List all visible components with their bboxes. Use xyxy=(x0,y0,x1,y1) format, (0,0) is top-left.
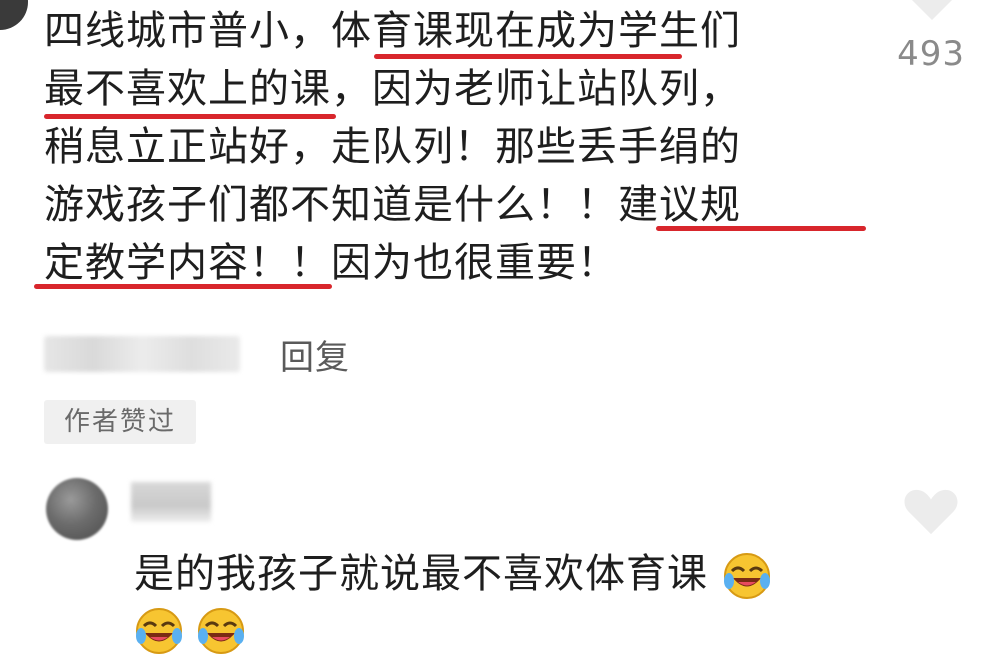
replier-avatar[interactable] xyxy=(46,478,108,540)
reply-button[interactable]: 回复 xyxy=(280,330,350,379)
comment-line-3: 稍息立正站好，走队列！那些丢手绢的 xyxy=(44,124,741,170)
blurred-timestamp xyxy=(44,336,240,372)
comment-line-4: 游戏孩子们都不知道是什么！！建议规 xyxy=(44,176,884,234)
laughing-crying-emoji-icon xyxy=(136,608,182,654)
laughing-crying-emoji-icon xyxy=(198,608,244,654)
comment-line-2: 最不喜欢上的课，因为老师让站队列， xyxy=(44,60,884,119)
highlight-underline xyxy=(374,54,682,59)
heart-icon[interactable] xyxy=(902,0,962,22)
comment-line-5: 定教学内容！！因为也很重要！ xyxy=(34,234,884,292)
laughing-crying-emoji-icon xyxy=(723,553,770,599)
like-count: 493 xyxy=(897,34,965,74)
comment-line-1: 四线城市普小，体育课现在成为学生们 xyxy=(44,2,884,60)
highlight-underline xyxy=(656,226,866,231)
heart-icon[interactable] xyxy=(902,488,960,536)
author-liked-badge: 作者赞过 xyxy=(44,400,196,444)
commenter-avatar[interactable] xyxy=(0,0,28,30)
emoji-row xyxy=(134,606,258,656)
reply-body: 是的我孩子就说最不喜欢体育课 xyxy=(134,544,772,604)
blurred-username[interactable] xyxy=(131,482,211,522)
comment-body: 四线城市普小，体育课现在成为学生们 最不喜欢上的课，因为老师让站队列， 稍息立正… xyxy=(34,2,884,292)
highlight-underline xyxy=(34,284,332,289)
